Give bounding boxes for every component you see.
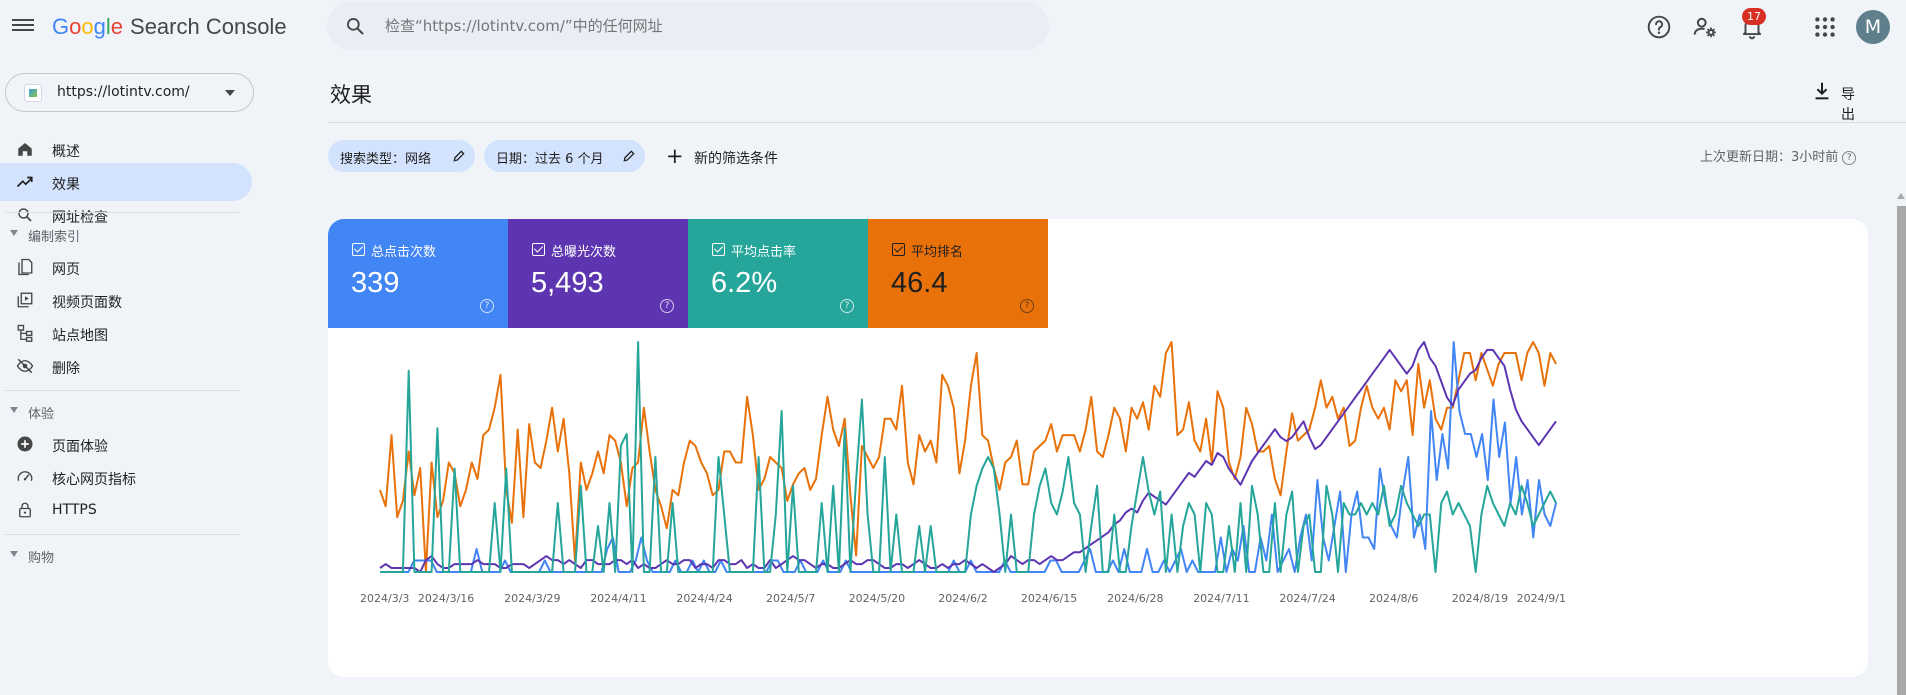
divider [5, 534, 239, 535]
performance-line-chart: 2024/3/3 2024/3/16 2024/3/29 2024/4/11 2024/… [360, 341, 1566, 605]
collapse-icon [10, 230, 18, 236]
download-icon [1815, 82, 1829, 100]
apps-icon[interactable] [1812, 14, 1838, 40]
divider [328, 122, 1906, 123]
x-tick-label: 2024/9/1 [1517, 592, 1566, 605]
product-name: Search Console [130, 14, 287, 39]
sidebar-item-https[interactable]: HTTPS [0, 491, 252, 529]
x-tick-label: 2024/8/19 [1452, 592, 1508, 605]
filter-chip-search-type[interactable]: 搜索类型：网络 [328, 140, 475, 172]
plus-icon: + [666, 144, 684, 168]
url-inspection-search-bar[interactable] [327, 2, 1049, 50]
page-experience-icon [17, 436, 33, 452]
search-icon [347, 18, 364, 35]
help-icon[interactable]: ? [480, 299, 494, 313]
x-tick-label: 2024/6/2 [938, 592, 987, 605]
x-tick-label: 2024/4/11 [590, 592, 646, 605]
x-tick-label: 2024/3/16 [418, 592, 474, 605]
menu-icon[interactable] [12, 16, 34, 38]
pages-icon [18, 258, 33, 276]
video-page-icon [17, 292, 33, 308]
help-icon[interactable]: ? [840, 299, 854, 313]
section-shopping[interactable]: 购物 [0, 540, 240, 570]
checkbox-icon[interactable] [532, 243, 545, 256]
help-icon[interactable] [1646, 14, 1672, 40]
x-tick-label: 2024/6/15 [1021, 592, 1077, 605]
help-icon[interactable]: ? [660, 299, 674, 313]
divider [5, 390, 239, 391]
collapse-icon [10, 551, 18, 557]
x-tick-label: 2024/3/3 [360, 592, 409, 605]
page-title: 效果 [330, 83, 372, 107]
collapse-icon [10, 407, 18, 413]
section-indexing[interactable]: 编制索引 [0, 219, 240, 249]
help-icon[interactable]: ? [1842, 150, 1857, 165]
checkbox-icon[interactable] [892, 243, 905, 256]
lock-icon [19, 502, 31, 518]
trending-up-icon [16, 176, 33, 188]
add-filter-button[interactable]: + 新的筛选条件 [666, 140, 796, 172]
x-tick-label: 2024/6/28 [1107, 592, 1163, 605]
performance-card: 总点击次数 339 ? 总曝光次数 5,493 ? 平均点击率 6.2% ? 平… [328, 219, 1868, 677]
x-tick-label: 2024/5/7 [766, 592, 815, 605]
checkbox-icon[interactable] [352, 243, 365, 256]
metric-total-clicks[interactable]: 总点击次数 339 ? [328, 219, 508, 328]
top-app-bar: GoogleSearch Console 17 M [0, 0, 1906, 54]
x-tick-label: 2024/7/24 [1279, 592, 1335, 605]
x-tick-label: 2024/4/24 [676, 592, 732, 605]
scroll-up-icon[interactable] [1897, 193, 1905, 199]
metric-average-position[interactable]: 平均排名 46.4 ? [868, 219, 1048, 328]
x-tick-label: 2024/8/6 [1369, 592, 1418, 605]
x-tick-label: 2024/7/11 [1193, 592, 1249, 605]
sidebar-item-removals[interactable]: 删除 [0, 347, 252, 385]
property-selector[interactable]: https://lotintv.com/ [5, 73, 254, 112]
search-input[interactable] [385, 15, 1005, 37]
help-icon[interactable]: ? [1020, 299, 1034, 313]
property-url: https://lotintv.com/ [57, 84, 190, 100]
checkbox-icon[interactable] [712, 243, 725, 256]
notification-badge: 17 [1742, 8, 1766, 25]
series-line-3 [380, 341, 1557, 573]
sitemap-icon [17, 324, 33, 342]
x-tick-label: 2024/3/29 [504, 592, 560, 605]
visibility-off-icon [16, 358, 34, 374]
page-scrollbar[interactable] [1894, 190, 1906, 695]
chevron-down-icon [225, 90, 235, 96]
metric-average-ctr[interactable]: 平均点击率 6.2% ? [688, 219, 868, 328]
account-avatar[interactable]: M [1856, 10, 1890, 44]
site-favicon [24, 84, 42, 102]
edit-icon [623, 150, 635, 162]
edit-icon [453, 150, 465, 162]
divider [5, 212, 239, 213]
sidebar: https://lotintv.com/ 概述 效果 网址检查 编制索引 网页 … [0, 54, 256, 695]
last-updated: 上次更新日期：3小时前? [1700, 146, 1857, 165]
scrollbar-thumb[interactable] [1897, 206, 1906, 695]
x-tick-label: 2024/5/20 [849, 592, 905, 605]
home-icon [18, 143, 32, 156]
section-experience[interactable]: 体验 [0, 396, 240, 426]
filter-chip-date[interactable]: 日期：过去 6 个月 [484, 140, 645, 172]
search-console-logo[interactable]: Google Search Console [52, 14, 287, 40]
metric-total-impressions[interactable]: 总曝光次数 5,493 ? [508, 219, 688, 328]
speed-icon [17, 471, 33, 481]
admin-settings-icon[interactable] [1692, 14, 1718, 40]
